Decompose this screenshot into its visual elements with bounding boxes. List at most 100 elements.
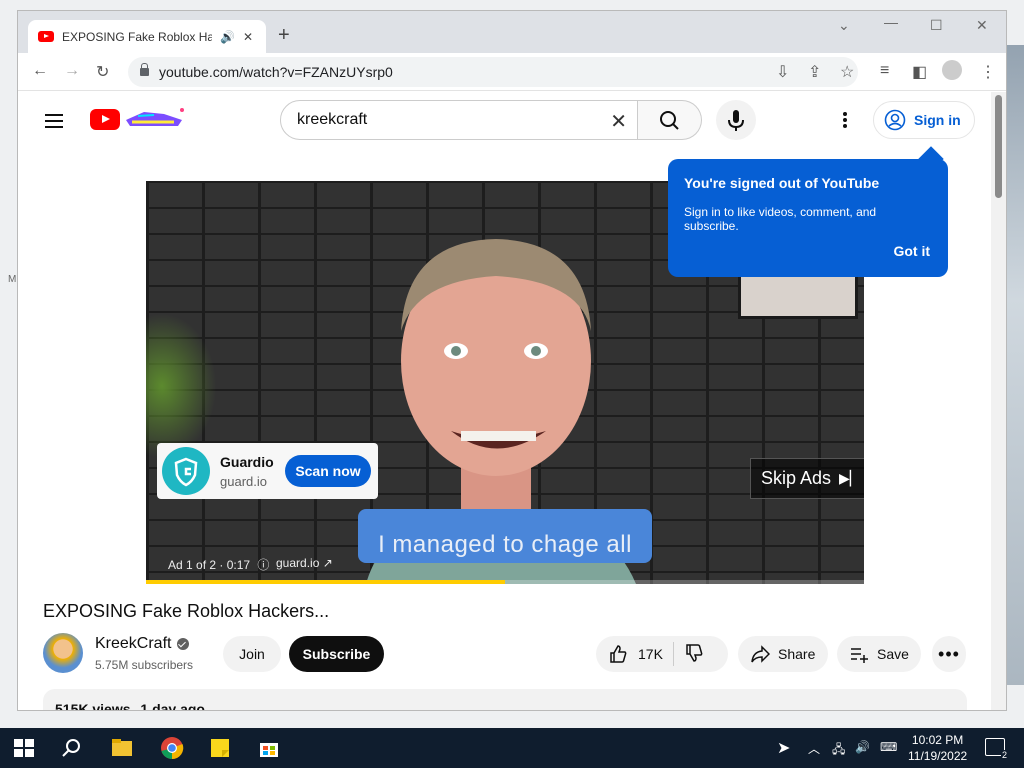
chrome-icon[interactable] bbox=[160, 736, 184, 760]
video-title: EXPOSING Fake Roblox Hackers... bbox=[43, 601, 330, 621]
ad-overlay-card[interactable]: Guardio guard.io Scan now bbox=[157, 443, 378, 499]
action-center-icon[interactable]: 2 bbox=[985, 738, 1008, 760]
ad-counter-text: Ad 1 of 2 · 0:17 bbox=[168, 558, 251, 572]
install-app-icon[interactable]: ⇩ bbox=[776, 62, 789, 82]
ad-progress-bar bbox=[146, 580, 505, 584]
tooltip-title: You're signed out of YouTube bbox=[684, 175, 880, 191]
keyboard-icon[interactable]: ⌨ bbox=[880, 740, 897, 754]
search-taskbar-icon[interactable] bbox=[60, 736, 84, 760]
tab-title: EXPOSING Fake Roblox Hack bbox=[62, 29, 212, 44]
like-divider bbox=[672, 642, 674, 666]
clock-time: 10:02 PM bbox=[911, 733, 964, 747]
search-button[interactable] bbox=[638, 100, 702, 140]
maximize-icon[interactable]: ☐ bbox=[930, 17, 943, 34]
share-icon bbox=[751, 645, 770, 663]
like-dislike-group: 17K bbox=[596, 636, 728, 672]
channel-avatar[interactable] bbox=[43, 633, 83, 673]
info-icon[interactable]: ⓘ bbox=[257, 558, 269, 572]
save-label: Save bbox=[877, 646, 909, 662]
store-icon[interactable] bbox=[257, 736, 281, 760]
save-button[interactable]: Save bbox=[837, 636, 921, 672]
browser-menu-icon[interactable]: ⋮ bbox=[980, 62, 996, 82]
tab-close-icon[interactable]: ✕ bbox=[243, 30, 253, 44]
youtube-logo-icon[interactable] bbox=[90, 109, 120, 130]
tab-strip: EXPOSING Fake Roblox Hack 🔊 ✕ + ⌄ — ☐ ✕ bbox=[18, 11, 1006, 53]
back-icon[interactable]: ← bbox=[32, 62, 48, 80]
masthead: kreekcraft ✕ Sign in bbox=[18, 92, 992, 148]
scrollbar-thumb[interactable] bbox=[995, 95, 1002, 198]
minimize-icon[interactable]: — bbox=[884, 14, 898, 30]
browser-toolbar: ← → ↻ youtube.com/watch?v=FZANzUYsrp0 ⇩ … bbox=[18, 53, 1006, 91]
audio-icon[interactable]: 🔊 bbox=[220, 30, 235, 44]
new-tab-icon[interactable]: + bbox=[278, 24, 290, 47]
close-window-icon[interactable]: ✕ bbox=[976, 17, 988, 34]
show-hidden-icons-icon[interactable]: ︿ bbox=[808, 740, 820, 757]
browser-tab[interactable]: EXPOSING Fake Roblox Hack 🔊 ✕ bbox=[28, 20, 266, 53]
subscriber-count: 5.75M subscribers bbox=[95, 658, 194, 672]
ad-link-text: guard.io bbox=[276, 556, 320, 570]
search-icon bbox=[660, 111, 679, 130]
doodle-icon[interactable] bbox=[124, 106, 188, 130]
hamburger-menu-icon[interactable] bbox=[45, 120, 63, 122]
like-button[interactable]: 17K bbox=[596, 644, 663, 664]
desktop-edge-letter: M bbox=[8, 274, 17, 285]
sign-in-label: Sign in bbox=[914, 112, 961, 128]
notification-count: 2 bbox=[1000, 750, 1008, 760]
publish-date: 1 day ago bbox=[140, 701, 205, 711]
skip-ads-button[interactable]: Skip Ads ▶▏ bbox=[750, 458, 864, 499]
forward-icon[interactable]: → bbox=[64, 62, 80, 80]
volume-icon[interactable]: 🔊 bbox=[855, 740, 870, 754]
settings-menu-icon[interactable] bbox=[836, 110, 854, 130]
like-count: 17K bbox=[638, 646, 663, 662]
got-it-button[interactable]: Got it bbox=[893, 243, 930, 259]
share-page-icon[interactable]: ⇪ bbox=[808, 62, 821, 82]
page-scrollbar[interactable] bbox=[991, 92, 1006, 710]
tab-search-chevron-icon[interactable]: ⌄ bbox=[838, 17, 850, 34]
subscribe-button[interactable]: Subscribe bbox=[289, 636, 384, 672]
tooltip-body: Sign in to like videos, comment, and sub… bbox=[684, 205, 877, 233]
address-bar[interactable]: youtube.com/watch?v=FZANzUYsrp0 bbox=[128, 57, 858, 87]
join-button[interactable]: Join bbox=[223, 636, 281, 672]
side-panel-icon[interactable]: ◧ bbox=[912, 62, 927, 82]
mouse-cursor-icon: ➤ bbox=[777, 740, 791, 757]
channel-name-link[interactable]: KreekCraft bbox=[95, 635, 190, 653]
thumbs-up-icon bbox=[610, 645, 627, 663]
sticky-notes-icon[interactable] bbox=[208, 736, 232, 760]
share-label: Share bbox=[778, 646, 816, 662]
reload-icon[interactable]: ↻ bbox=[96, 62, 109, 82]
thumbs-down-icon bbox=[686, 643, 703, 662]
lock-icon bbox=[140, 63, 149, 76]
file-explorer-icon[interactable] bbox=[110, 736, 134, 760]
youtube-favicon-icon bbox=[38, 31, 54, 42]
network-icon[interactable]: 🖧 bbox=[832, 740, 845, 761]
media-control-icon[interactable]: ≡ bbox=[880, 62, 889, 80]
scan-now-button[interactable]: Scan now bbox=[285, 455, 371, 487]
taskbar: ➤ ︿ 🖧 🔊 ⌨ 10:02 PM 11/19/2022 2 bbox=[0, 728, 1024, 768]
profile-avatar-icon[interactable] bbox=[942, 60, 962, 80]
skip-next-icon: ▶▏ bbox=[839, 470, 861, 486]
channel-name: KreekCraft bbox=[95, 635, 172, 652]
view-count: 515K views bbox=[55, 701, 131, 711]
skip-ads-label: Skip Ads bbox=[761, 468, 832, 488]
url-text: youtube.com/watch?v=FZANzUYsrp0 bbox=[159, 64, 393, 80]
youtube-page: kreekcraft ✕ Sign in Guardio guard.io Sc… bbox=[18, 92, 992, 711]
verified-badge-icon bbox=[177, 638, 190, 650]
windows-start-icon[interactable] bbox=[12, 736, 36, 760]
sign-in-button[interactable]: Sign in bbox=[873, 101, 975, 139]
dislike-button[interactable] bbox=[684, 643, 704, 666]
share-button[interactable]: Share bbox=[738, 636, 828, 672]
ad-advertiser-name: Guardio bbox=[220, 453, 274, 470]
voice-search-button[interactable] bbox=[716, 100, 756, 140]
more-actions-button[interactable]: ••• bbox=[932, 636, 966, 672]
ad-domain: guard.io bbox=[220, 473, 267, 489]
clear-search-icon[interactable]: ✕ bbox=[610, 109, 627, 134]
ad-link[interactable]: guard.io ↗ bbox=[276, 556, 333, 570]
description-box[interactable]: 515K views 1 day ago bbox=[43, 689, 967, 711]
clock-date: 11/19/2022 bbox=[908, 749, 968, 763]
video-caption: I managed to chage all bbox=[358, 509, 652, 563]
external-link-icon: ↗ bbox=[322, 556, 333, 570]
search-input[interactable]: kreekcraft ✕ bbox=[280, 100, 638, 140]
taskbar-clock[interactable]: 10:02 PM 11/19/2022 bbox=[908, 732, 967, 764]
guardio-logo-icon bbox=[162, 447, 210, 495]
bookmark-star-icon[interactable]: ☆ bbox=[840, 62, 854, 82]
